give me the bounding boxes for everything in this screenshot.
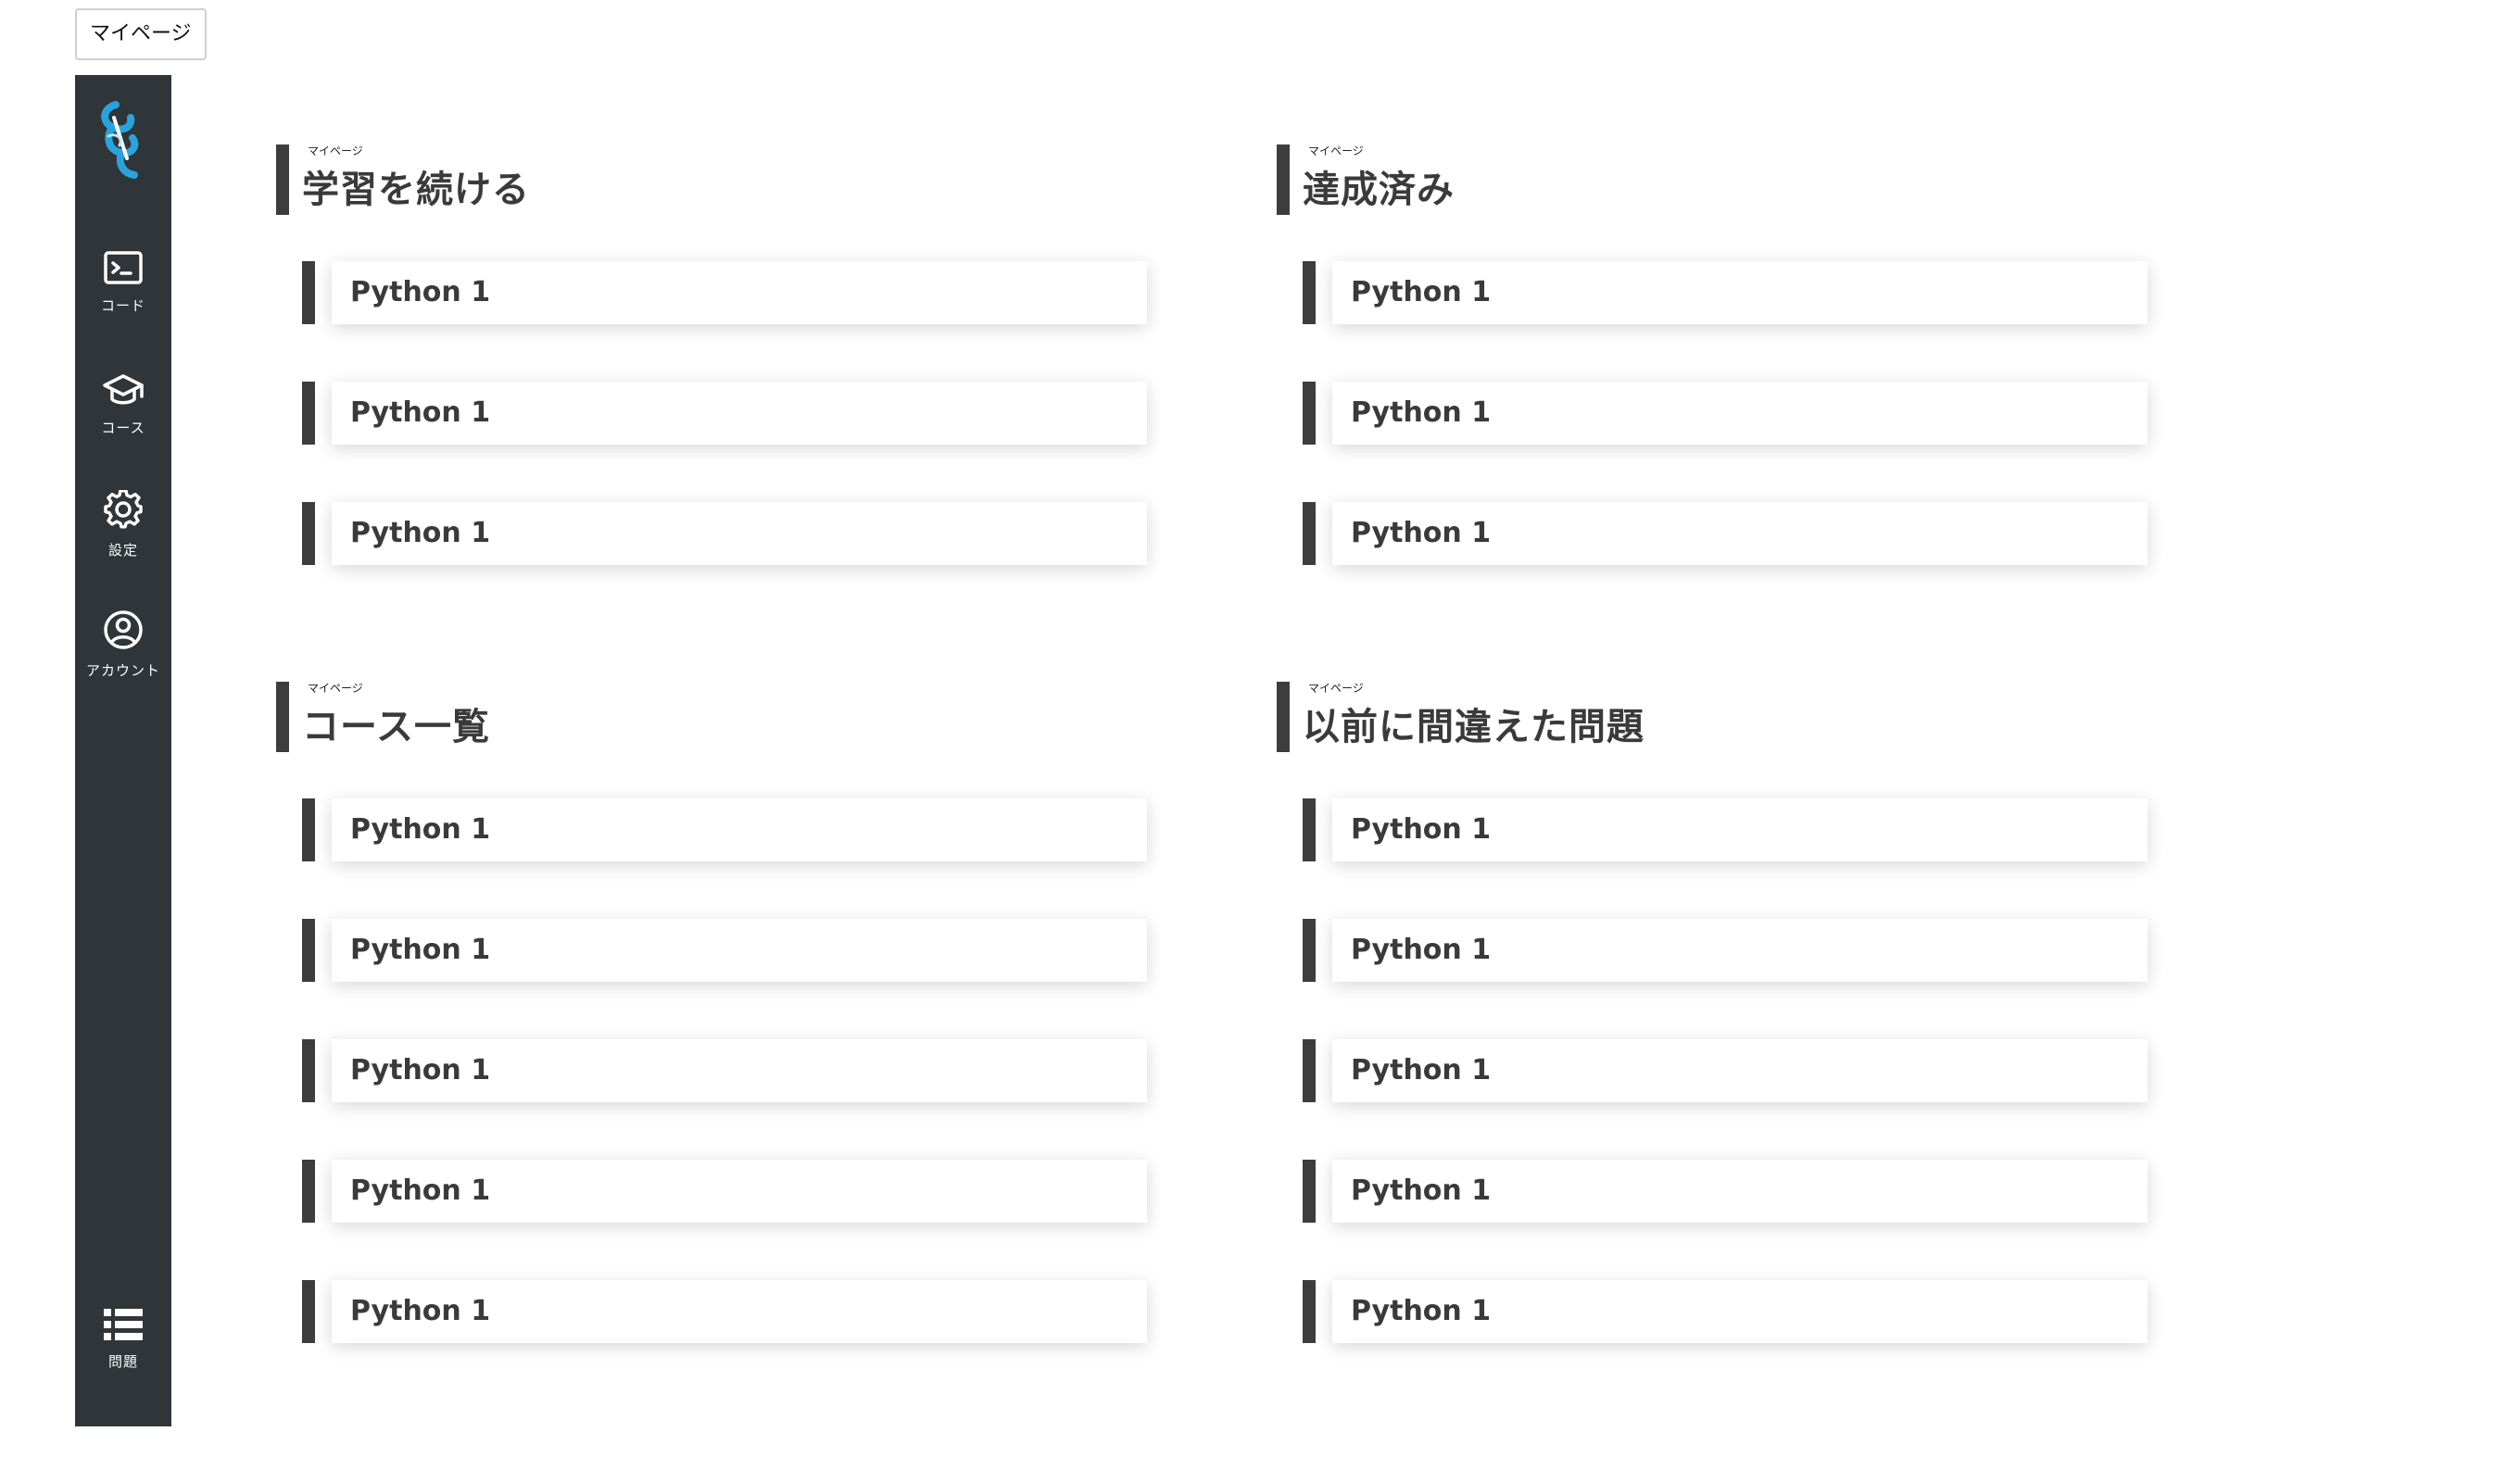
list-item-label[interactable]: Python 1 <box>1332 919 2148 982</box>
list-item[interactable]: Python 1 <box>302 919 1203 982</box>
section-header: マイページ 学習を続ける <box>276 144 1203 215</box>
section-course-list: マイページ コース一覧 Python 1 Python 1 Python 1 P… <box>276 682 1203 1400</box>
list-item-label[interactable]: Python 1 <box>1332 1039 2148 1102</box>
item-accent-bar <box>1303 261 1316 324</box>
list-item[interactable]: Python 1 <box>302 1160 1203 1223</box>
list-item[interactable]: Python 1 <box>1303 1160 2203 1223</box>
section-kicker: マイページ <box>1308 144 1364 157</box>
list-item[interactable]: Python 1 <box>302 382 1203 445</box>
item-accent-bar <box>1303 1280 1316 1343</box>
section-accent-bar <box>1277 682 1290 752</box>
list-item[interactable]: Python 1 <box>1303 502 2203 565</box>
list-item-label[interactable]: Python 1 <box>332 502 1147 565</box>
sidebar-item-code[interactable]: コード <box>75 249 171 315</box>
item-accent-bar <box>302 502 315 565</box>
list-item[interactable]: Python 1 <box>1303 798 2203 861</box>
item-accent-bar <box>302 919 315 982</box>
item-accent-bar <box>1303 798 1316 861</box>
graduation-cap-icon <box>103 374 144 405</box>
section-kicker: マイページ <box>308 682 363 695</box>
sidebar-item-label: 問題 <box>107 1353 138 1370</box>
list-item-label[interactable]: Python 1 <box>332 261 1147 324</box>
item-accent-bar <box>302 798 315 861</box>
list-item-label[interactable]: Python 1 <box>1332 502 2148 565</box>
section-accent-bar <box>276 682 289 752</box>
list-item[interactable]: Python 1 <box>302 1039 1203 1102</box>
list-item[interactable]: Python 1 <box>302 1280 1203 1343</box>
item-list: Python 1 Python 1 Python 1 <box>1303 261 2203 565</box>
section-title: 以前に間違えた問題 <box>1303 706 1644 748</box>
section-header: マイページ 以前に間違えた問題 <box>1277 682 2203 752</box>
list-item-label[interactable]: Python 1 <box>332 798 1147 861</box>
page-tab-mypage[interactable]: マイページ <box>75 8 207 60</box>
item-accent-bar <box>302 1160 315 1223</box>
sidebar-item-label: アカウント <box>85 662 160 679</box>
list-item-label[interactable]: Python 1 <box>332 919 1147 982</box>
sidebar: コード コース 設定 アカウント 問題 <box>75 75 171 1426</box>
sidebar-item-problems[interactable]: 問題 <box>75 1307 171 1371</box>
sidebar-item-account[interactable]: アカウント <box>75 609 171 680</box>
list-item-label[interactable]: Python 1 <box>1332 382 2148 445</box>
gear-icon <box>104 490 143 529</box>
section-title: 学習を続ける <box>302 169 530 211</box>
section-completed: マイページ 達成済み Python 1 Python 1 Python 1 <box>1277 144 2203 622</box>
list-item-label[interactable]: Python 1 <box>1332 798 2148 861</box>
section-accent-bar <box>276 144 289 215</box>
list-item[interactable]: Python 1 <box>1303 261 2203 324</box>
section-title: 達成済み <box>1303 169 1455 211</box>
list-item-label[interactable]: Python 1 <box>332 382 1147 445</box>
item-accent-bar <box>302 1280 315 1343</box>
item-accent-bar <box>1303 382 1316 445</box>
section-header: マイページ 達成済み <box>1277 144 2203 215</box>
item-accent-bar <box>302 1039 315 1102</box>
list-item-label[interactable]: Python 1 <box>1332 261 2148 324</box>
item-accent-bar <box>1303 1039 1316 1102</box>
section-accent-bar <box>1277 144 1290 215</box>
terminal-icon <box>104 251 143 284</box>
list-item[interactable]: Python 1 <box>1303 1280 2203 1343</box>
sidebar-item-label: コース <box>101 420 145 436</box>
item-list: Python 1 Python 1 Python 1 <box>302 261 1203 565</box>
sidebar-item-settings[interactable]: 設定 <box>75 490 171 559</box>
item-accent-bar <box>1303 1160 1316 1223</box>
item-accent-bar <box>302 261 315 324</box>
section-continue-learning: マイページ 学習を続ける Python 1 Python 1 Python 1 <box>276 144 1203 622</box>
account-circle-icon <box>104 610 143 649</box>
list-item-label[interactable]: Python 1 <box>332 1280 1147 1343</box>
list-item-label[interactable]: Python 1 <box>332 1160 1147 1223</box>
item-list: Python 1 Python 1 Python 1 Python 1 Pyth… <box>1303 798 2203 1343</box>
list-item[interactable]: Python 1 <box>1303 1039 2203 1102</box>
section-kicker: マイページ <box>308 144 363 157</box>
section-title: コース一覧 <box>302 706 490 748</box>
spiral-logo-icon[interactable] <box>95 99 151 181</box>
sidebar-item-label: コード <box>100 297 145 314</box>
sidebar-item-label: 設定 <box>107 542 138 559</box>
sidebar-item-course[interactable]: コース <box>75 371 171 437</box>
list-icon <box>104 1309 143 1340</box>
item-accent-bar <box>302 382 315 445</box>
list-item[interactable]: Python 1 <box>302 502 1203 565</box>
list-item[interactable]: Python 1 <box>1303 382 2203 445</box>
list-item-label[interactable]: Python 1 <box>332 1039 1147 1102</box>
section-kicker: マイページ <box>1308 682 1364 695</box>
list-item[interactable]: Python 1 <box>302 261 1203 324</box>
section-previous-mistakes: マイページ 以前に間違えた問題 Python 1 Python 1 Python… <box>1277 682 2203 1400</box>
list-item-label[interactable]: Python 1 <box>1332 1280 2148 1343</box>
list-item-label[interactable]: Python 1 <box>1332 1160 2148 1223</box>
section-header: マイページ コース一覧 <box>276 682 1203 752</box>
list-item[interactable]: Python 1 <box>1303 919 2203 982</box>
item-accent-bar <box>1303 919 1316 982</box>
list-item[interactable]: Python 1 <box>302 798 1203 861</box>
item-list: Python 1 Python 1 Python 1 Python 1 Pyth… <box>302 798 1203 1343</box>
item-accent-bar <box>1303 502 1316 565</box>
